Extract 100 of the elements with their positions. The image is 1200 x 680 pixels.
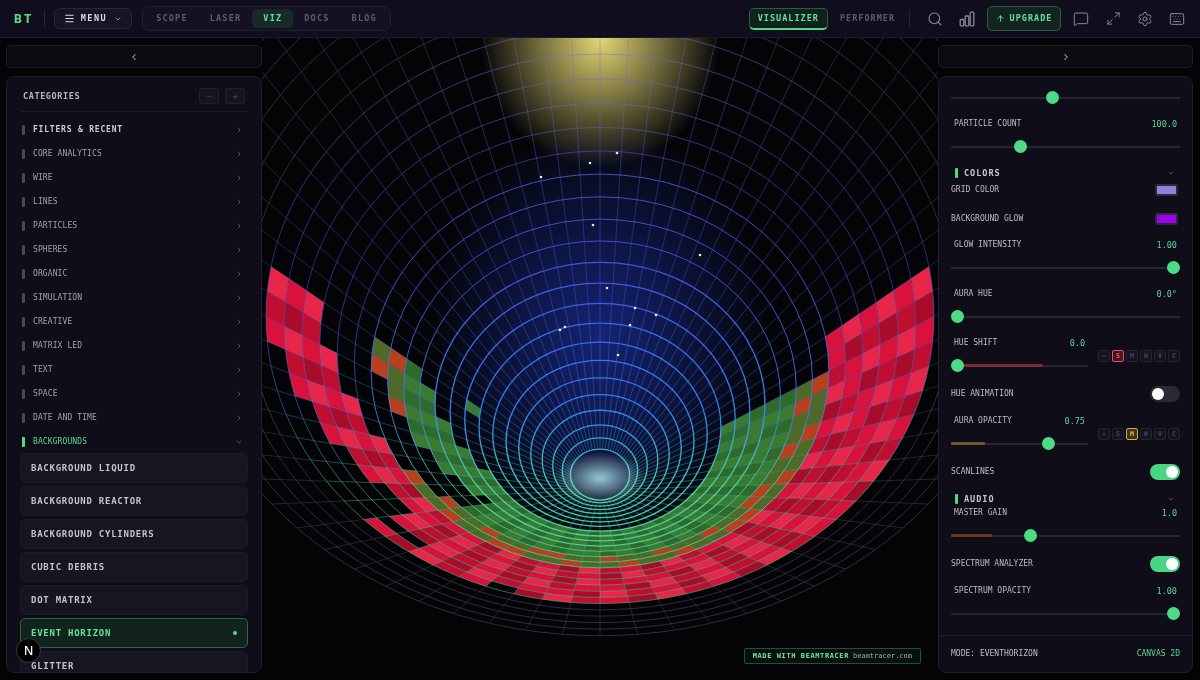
category-item[interactable]: PARTICLES <box>20 214 248 238</box>
marker-icon <box>955 168 958 178</box>
panel-title: CATEGORIES <box>23 91 81 101</box>
chevron-right-icon <box>235 390 243 398</box>
marker-icon <box>22 293 25 303</box>
marker-icon <box>22 221 25 231</box>
marker-icon <box>955 494 958 504</box>
category-item[interactable]: TEXT <box>20 358 248 382</box>
chevron-right-icon <box>235 366 243 374</box>
marker-icon <box>22 413 25 423</box>
chevron-down-icon <box>1167 169 1175 177</box>
fullscreen-icon[interactable] <box>1105 11 1121 26</box>
slider-value: 1.00 <box>1156 240 1177 250</box>
preset-item[interactable]: BACKGROUND CYLINDERS <box>20 519 248 549</box>
toggle-switch[interactable] <box>1150 386 1180 402</box>
marker-icon <box>22 317 25 327</box>
chevron-down-icon <box>235 438 243 446</box>
category-item[interactable]: CREATIVE <box>20 310 248 334</box>
category-item[interactable]: SPHERES <box>20 238 248 262</box>
chevron-right-icon <box>235 342 243 350</box>
keyboard-icon[interactable] <box>1169 10 1185 27</box>
slider-value: 0.75 <box>1064 416 1085 426</box>
marker-icon <box>22 341 25 351</box>
marker-icon <box>22 245 25 255</box>
slider-label: MASTER GAIN <box>954 509 1007 517</box>
slider-label: AURA HUE <box>954 290 993 298</box>
upgrade-button[interactable]: UPGRADE <box>987 6 1061 31</box>
category-item[interactable]: CORE ANALYTICS <box>20 142 248 166</box>
chevron-right-icon <box>235 318 243 326</box>
setting-label: SCANLINES <box>951 468 995 476</box>
slider-label: GLOW INTENSITY <box>954 241 1022 249</box>
toggle-switch[interactable] <box>1150 464 1180 480</box>
menu-icon <box>63 13 75 24</box>
view-tab[interactable]: VISUALIZER <box>748 7 828 30</box>
settings-icon[interactable] <box>1137 10 1153 27</box>
slider-value: 1.00 <box>1156 586 1177 596</box>
chevron-left-icon <box>129 51 139 62</box>
marker-icon <box>22 437 25 447</box>
category-item[interactable]: FILTERS & RECENT <box>20 118 248 142</box>
marker-icon <box>22 269 25 279</box>
toggle-switch[interactable] <box>1150 556 1180 572</box>
chevron-right-icon <box>235 150 243 158</box>
chevron-right-icon <box>235 270 243 278</box>
chevron-right-icon <box>235 414 243 422</box>
nav-tab[interactable]: VIZ <box>252 9 294 28</box>
chevron-right-icon <box>235 174 243 182</box>
preset-item[interactable]: BACKGROUND LIQUID <box>20 453 248 483</box>
category-item[interactable]: MATRIX LED <box>20 334 248 358</box>
marker-icon <box>22 149 25 159</box>
slider-thumb[interactable] <box>1024 529 1038 542</box>
marker-icon <box>22 389 25 399</box>
chevron-right-icon <box>235 246 243 254</box>
slider-thumb[interactable] <box>1013 140 1027 153</box>
chevron-right-icon <box>235 294 243 302</box>
category-item[interactable]: ORGANIC <box>20 262 248 286</box>
slider-thumb[interactable] <box>1041 437 1055 450</box>
chevron-right-icon <box>235 222 243 230</box>
logo[interactable]: BT <box>14 12 34 25</box>
category-item[interactable]: SPACE <box>20 382 248 406</box>
setting-label: HUE ANIMATION <box>951 390 1014 398</box>
slider-value: 0.0° <box>1156 289 1177 299</box>
setting-label: GRID COLOR <box>951 186 1000 194</box>
bar-chart-icon[interactable] <box>959 10 975 27</box>
setting-label: SPECTRUM ANALYZER <box>951 560 1033 568</box>
category-item[interactable]: WIRE <box>20 166 248 190</box>
preset-item[interactable]: CUBIC DEBRIS <box>20 552 248 582</box>
category-item[interactable]: LINES <box>20 190 248 214</box>
category-item[interactable]: DATE AND TIME <box>20 406 248 430</box>
slider-label: SPECTRUM OPACITY <box>954 587 1032 595</box>
chevron-right-icon <box>235 198 243 206</box>
section-header[interactable]: COLORS <box>951 166 1180 180</box>
marker-icon <box>22 125 25 135</box>
plus-icon <box>231 92 239 100</box>
chevron-down-icon <box>1167 495 1175 503</box>
color-swatch[interactable] <box>1155 184 1178 196</box>
mode-label: MODE: EVENTHORIZON <box>951 650 1038 658</box>
preset-item[interactable]: DOT MATRIX <box>20 585 248 615</box>
slider-label: PARTICLE COUNT <box>954 120 1022 128</box>
slider-label: HUE SHIFT <box>954 339 998 347</box>
slider-thumb[interactable] <box>1167 607 1180 620</box>
marker-icon <box>22 197 25 207</box>
arrow-up-icon <box>995 14 1005 23</box>
menu-button[interactable]: MENU <box>53 8 133 29</box>
marker-icon <box>22 365 25 375</box>
chevron-right-icon <box>235 126 243 134</box>
preset-item[interactable]: BACKGROUND REACTOR <box>20 486 248 516</box>
slider-value: 1.0 <box>1161 508 1177 518</box>
slider-thumb[interactable] <box>1046 91 1060 104</box>
color-swatch[interactable] <box>1155 213 1178 225</box>
slider-thumb[interactable] <box>1167 261 1180 274</box>
search-icon[interactable] <box>927 10 943 27</box>
message-icon[interactable] <box>1073 10 1089 27</box>
slider-thumb[interactable] <box>951 310 964 323</box>
slider-thumb[interactable] <box>951 359 964 372</box>
section-header[interactable]: AUDIO <box>951 492 1180 506</box>
category-item[interactable]: SIMULATION <box>20 286 248 310</box>
marker-icon <box>22 173 25 183</box>
setting-label: BACKGROUND GLOW <box>951 215 1024 223</box>
slider-value: 100.0 <box>1151 119 1177 129</box>
renderer-label: CANVAS 2D <box>1136 650 1180 658</box>
